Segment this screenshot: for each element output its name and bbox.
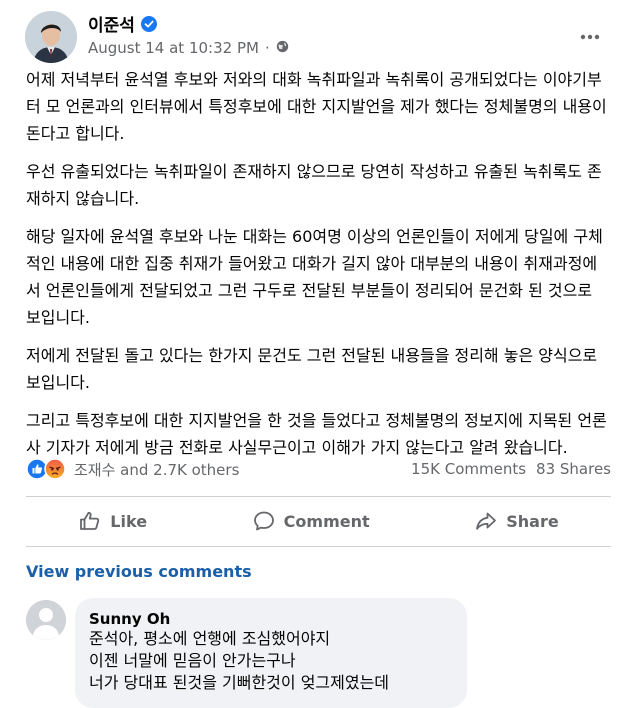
reactions-summary[interactable]: 조재수 and 2.7K others — [26, 457, 239, 481]
reaction-summary-text: 조재수 and 2.7K others — [74, 460, 240, 479]
comment-line: 너가 당대표 된것을 기뻐한것이 엊그제였는데 — [89, 673, 390, 692]
meta-separator: · — [264, 39, 270, 57]
comment-icon — [253, 511, 274, 531]
more-horizontal-icon — [580, 25, 600, 44]
shares-count[interactable]: 83 Shares — [536, 460, 611, 478]
post-paragraph-2: 우선 유출되었다는 녹취파일이 존재하지 않으므로 당연히 작성하고 유출된 녹… — [26, 162, 602, 208]
post-paragraph-1: 어제 저녁부터 윤석열 후보와 저와의 대화 녹취파일과 녹취록이 공개되었다는… — [26, 70, 607, 143]
like-label: Like — [110, 511, 148, 531]
like-button[interactable]: Like — [78, 509, 147, 533]
share-label: Share — [506, 511, 559, 531]
post-timestamp[interactable]: August 14 at 10:32 PM — [88, 39, 259, 57]
comment-button[interactable]: Comment — [252, 509, 370, 533]
share-icon — [476, 512, 497, 530]
comment-line: 준석아, 평소에 언행에 조심했어야지 — [89, 629, 331, 648]
divider-bottom — [26, 546, 611, 547]
angry-reaction-icon — [44, 458, 66, 480]
post-paragraph-5: 그리고 특정후보에 대한 지지발언을 한 것을 들었다고 정체불명의 정보지에 … — [26, 411, 607, 457]
author-avatar[interactable] — [25, 11, 77, 63]
facebook-post: 이준석 August 14 at 10:32 PM · 어제 저녁부터 윤석열 … — [0, 0, 623, 708]
post-author: 이준석 — [88, 11, 157, 36]
post-paragraph-4: 저에게 전달된 돌고 있다는 한가지 문건도 그런 전달된 내용들을 정리해 놓… — [26, 346, 598, 392]
commenter-name[interactable]: Sunny Oh — [89, 610, 170, 628]
comment-line: 이젠 너말에 믿음이 안가는구나 — [89, 651, 296, 670]
engagement-counts: 15K Comments 83 Shares — [411, 457, 611, 481]
author-name[interactable]: 이준석 — [88, 11, 135, 36]
verified-badge-icon — [140, 15, 157, 32]
share-button[interactable]: Share — [474, 509, 559, 533]
comments-count[interactable]: 15K Comments — [411, 460, 526, 478]
like-icon — [80, 511, 100, 530]
comment-bubble: Sunny Oh 준석아, 평소에 언행에 조심했어야지 이젠 너말에 믿음이 … — [75, 598, 467, 708]
view-previous-comments-link[interactable]: View previous comments — [26, 562, 252, 581]
comment-text: 준석아, 평소에 언행에 조심했어야지 이젠 너말에 믿음이 안가는구나 너가 … — [89, 628, 389, 694]
post-menu-button[interactable] — [572, 22, 608, 46]
commenter-avatar[interactable] — [26, 600, 66, 640]
post-paragraph-3: 해당 일자에 윤석열 후보와 나눈 대화는 60여명 이상의 언론인들이 저에게… — [26, 227, 603, 327]
default-avatar-icon — [26, 600, 66, 640]
post-actions: Like Comment Share — [26, 497, 611, 545]
reaction-icons — [26, 458, 66, 480]
post-body: 어제 저녁부터 윤석열 후보와 저와의 대화 녹취파일과 녹취록이 공개되었다는… — [26, 66, 611, 472]
post-meta: August 14 at 10:32 PM · — [88, 39, 289, 57]
author-photo — [25, 11, 77, 63]
globe-icon[interactable] — [276, 39, 289, 57]
comment-label: Comment — [283, 511, 370, 531]
